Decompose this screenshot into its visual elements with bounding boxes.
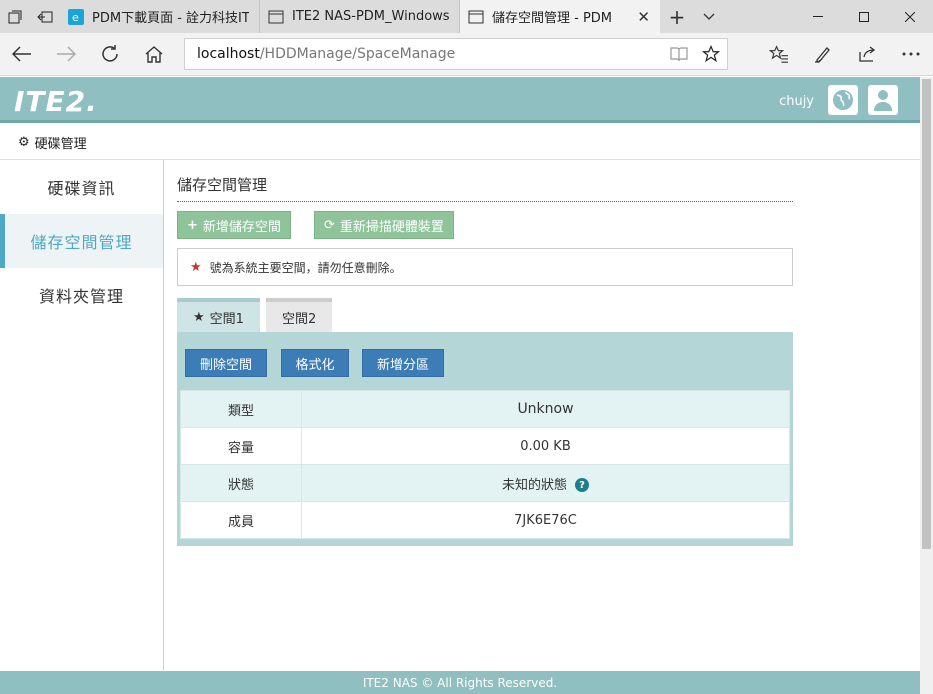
detail-value: 7JK6E76C — [301, 501, 790, 539]
browser-tools — [757, 33, 933, 76]
space-tabs: ★ 空間1 空間2 — [177, 298, 338, 332]
ie-favicon-icon: e — [68, 8, 84, 25]
tab-space2[interactable]: 空間2 — [265, 298, 333, 332]
rescan-button[interactable]: ⟳ 重新掃描硬體裝置 — [314, 211, 454, 239]
url-input[interactable]: localhost/HDDManage/SpaceManage — [184, 38, 728, 70]
more-menu-icon[interactable] — [889, 33, 933, 76]
notice-text: 號為系統主要空間，請勿任意刪除。 — [209, 260, 402, 275]
close-tab-icon[interactable]: ✕ — [637, 8, 650, 26]
url-host: localhost — [197, 46, 260, 62]
detail-key: 類型 — [180, 390, 302, 428]
home-icon[interactable] — [132, 33, 176, 76]
add-space-label: 新增儲存空間 — [202, 219, 281, 235]
detail-value: 未知的狀態 — [501, 477, 567, 493]
browser-tab-strip: e PDM下載頁面 - 詮力科技ITE ITE2 NAS-PDM_Windows… — [0, 0, 933, 33]
tab-manager-icon[interactable] — [0, 0, 30, 33]
browser-tab-pdm-windows[interactable]: ITE2 NAS-PDM_Windows 1( — [260, 0, 460, 33]
star-icon: ★ — [193, 309, 205, 325]
browser-tab-title: PDM下載頁面 - 詮力科技ITE — [92, 11, 249, 26]
help-icon[interactable]: ? — [575, 478, 589, 492]
detail-key: 狀態 — [180, 464, 302, 502]
add-partition-button[interactable]: 新增分區 — [362, 349, 444, 377]
minimize-icon[interactable] — [795, 0, 841, 33]
set-tabs-aside-icon[interactable] — [30, 0, 60, 33]
title-divider — [177, 201, 793, 202]
address-bar-row: localhost/HDDManage/SpaceManage — [0, 33, 933, 76]
svg-text:e: e — [72, 11, 79, 24]
forward-icon[interactable] — [44, 33, 88, 76]
detail-value-cell: 未知的狀態? — [301, 464, 790, 502]
delete-space-button[interactable]: 刪除空間 — [185, 349, 267, 377]
add-space-button[interactable]: + 新增儲存空間 — [177, 211, 291, 239]
url-path: /HDDManage/SpaceManage — [259, 46, 456, 62]
space-details-table: 類型 Unknow 容量 0.00 KB 狀態 未知的狀態? 成員 7JK6E7… — [180, 390, 790, 539]
sidebar-item-space-manage[interactable]: 儲存空間管理 — [0, 214, 163, 268]
favorite-star-icon[interactable] — [695, 45, 727, 63]
space-panel: 刪除空間 格式化 新增分區 類型 Unknow 容量 0.00 KB 狀態 未知… — [177, 332, 793, 546]
detail-value: Unknow — [301, 390, 790, 428]
browser-tab-pdm-download[interactable]: e PDM下載頁面 - 詮力科技ITE — [60, 0, 260, 33]
refresh-icon[interactable] — [88, 33, 132, 76]
page-favicon-icon — [468, 9, 484, 25]
share-icon[interactable] — [845, 33, 889, 76]
table-row: 類型 Unknow — [180, 390, 790, 428]
footer: ITE2 NAS © All Rights Reserved. — [0, 671, 920, 694]
web-note-pen-icon[interactable] — [801, 33, 845, 76]
browser-tab-space-manage[interactable]: 儲存空間管理 - PDM ✕ — [460, 0, 660, 33]
refresh-icon: ⟳ — [324, 217, 335, 233]
close-window-icon[interactable] — [887, 0, 933, 33]
tab-label: 空間1 — [209, 311, 244, 327]
app-header: ITE2. chujy — [0, 77, 920, 123]
breadcrumb-label: 硬碟管理 — [34, 137, 87, 152]
page-favicon-icon — [268, 9, 284, 25]
window-controls — [795, 0, 933, 33]
favorites-hub-icon[interactable] — [757, 33, 801, 76]
sidebar-item-folder-manage[interactable]: 資料夾管理 — [0, 268, 163, 322]
detail-value: 0.00 KB — [301, 427, 790, 465]
sidebar: 硬碟資訊 儲存空間管理 資料夾管理 — [0, 160, 164, 670]
rescan-label: 重新掃描硬體裝置 — [339, 219, 444, 235]
tab-label: 空間2 — [281, 311, 317, 327]
table-row: 成員 7JK6E76C — [180, 501, 790, 539]
plus-icon: + — [187, 217, 198, 233]
maximize-icon[interactable] — [841, 0, 887, 33]
new-tab-button[interactable]: + — [660, 0, 694, 33]
back-icon[interactable] — [0, 33, 44, 76]
format-button[interactable]: 格式化 — [281, 349, 349, 377]
detail-key: 容量 — [180, 427, 302, 465]
star-icon: ★ — [190, 259, 202, 275]
vertical-scrollbar[interactable] — [920, 77, 933, 671]
tab-list-chevron-icon[interactable] — [694, 0, 724, 33]
gear-icon: ⚙ — [18, 135, 30, 150]
user-profile-icon[interactable] — [868, 85, 898, 115]
reading-view-icon[interactable] — [663, 45, 695, 63]
browser-tab-title: 儲存空間管理 - PDM — [492, 11, 613, 26]
table-row: 容量 0.00 KB — [180, 427, 790, 465]
breadcrumb: ⚙ 硬碟管理 — [0, 126, 920, 160]
scrollbar-corner — [920, 671, 933, 694]
ite2-logo[interactable]: ITE2. — [14, 85, 98, 118]
globe-icon[interactable] — [828, 85, 858, 115]
page-title: 儲存空間管理 — [177, 176, 268, 194]
table-row: 狀態 未知的狀態? — [180, 464, 790, 502]
username-label: chujy — [779, 94, 814, 109]
browser-tab-title: ITE2 NAS-PDM_Windows 1( — [292, 9, 449, 24]
sidebar-item-disk-info[interactable]: 硬碟資訊 — [0, 160, 163, 214]
scrollbar-thumb[interactable] — [922, 79, 931, 549]
notice-box: ★ 號為系統主要空間，請勿任意刪除。 — [177, 248, 793, 286]
tab-space1[interactable]: ★ 空間1 — [177, 298, 260, 332]
detail-key: 成員 — [180, 501, 302, 539]
